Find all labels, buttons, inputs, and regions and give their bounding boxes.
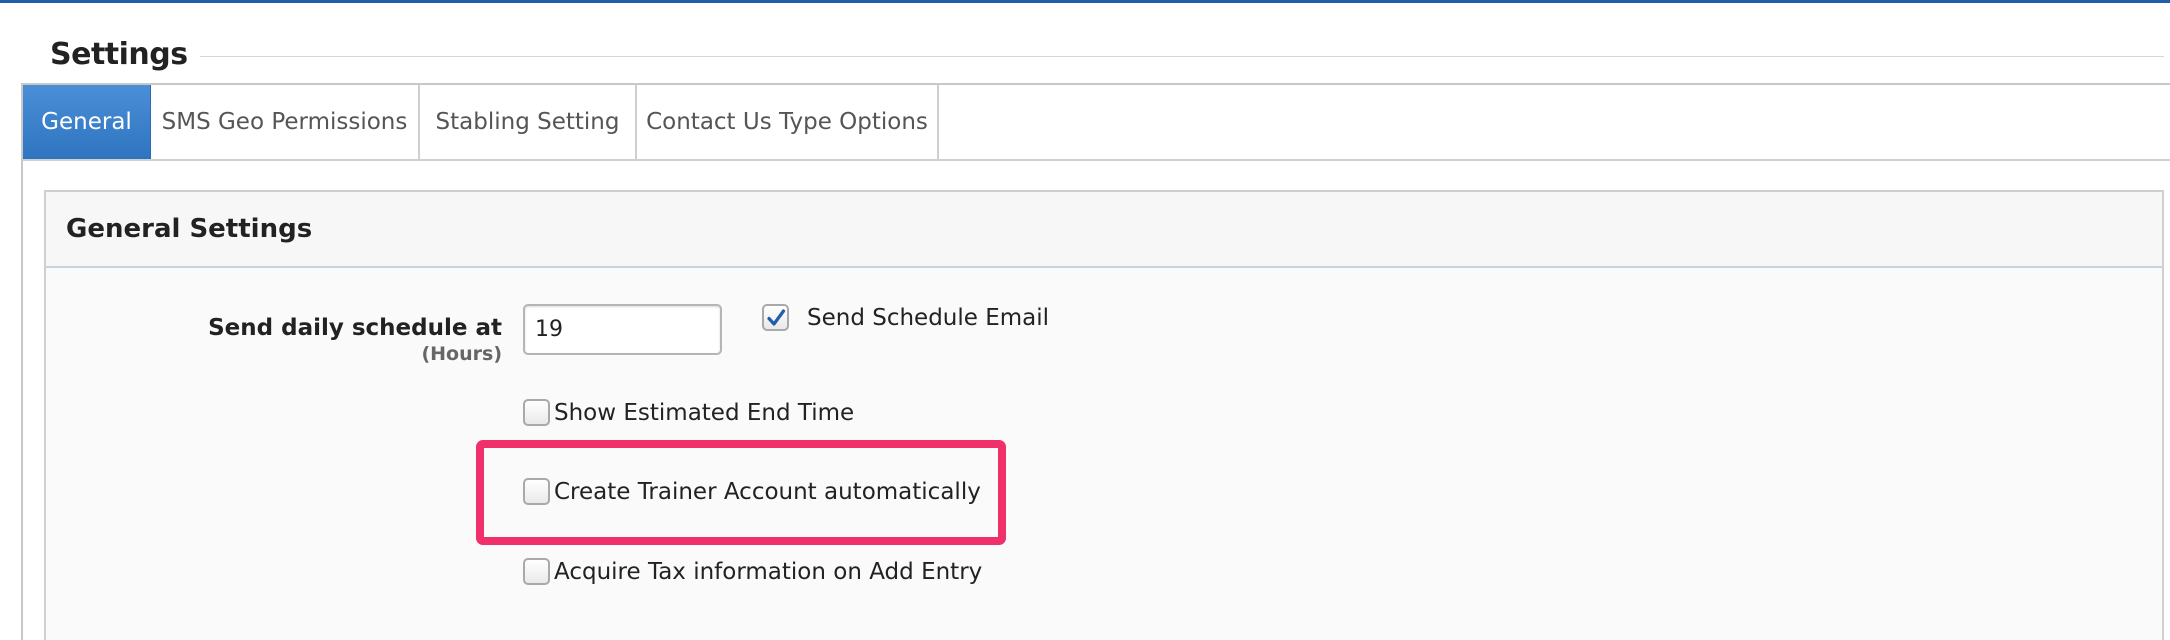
show-estimated-end-time-checkbox[interactable]	[523, 399, 550, 426]
page-header: Settings	[50, 32, 2164, 76]
show-estimated-end-time-option[interactable]: Show Estimated End Time	[523, 399, 854, 426]
schedule-field-label: Send daily schedule at (Hours)	[208, 315, 502, 365]
tab-stabling-setting[interactable]: Stabling Setting	[420, 85, 637, 159]
top-accent-bar	[0, 0, 2170, 3]
send-schedule-email-label: Send Schedule Email	[807, 304, 1050, 331]
schedule-unit-label: (Hours)	[421, 343, 502, 365]
create-trainer-account-checkbox[interactable]	[523, 478, 550, 505]
acquire-tax-information-option[interactable]: Acquire Tax information on Add Entry	[523, 558, 982, 585]
page-title-divider	[199, 55, 2164, 57]
create-trainer-account-option[interactable]: Create Trainer Account automatically	[523, 478, 981, 505]
send-schedule-email-option[interactable]: Send Schedule Email	[762, 304, 1049, 331]
schedule-label: Send daily schedule at	[208, 315, 502, 341]
tab-general[interactable]: General	[23, 85, 151, 159]
acquire-tax-information-label: Acquire Tax information on Add Entry	[554, 558, 983, 585]
create-trainer-account-label: Create Trainer Account automatically	[554, 478, 981, 505]
general-settings-panel: General Settings Send daily schedule at …	[44, 190, 2164, 640]
tab-sms-geo-permissions[interactable]: SMS Geo Permissions	[151, 85, 420, 159]
schedule-hours-input[interactable]	[523, 304, 722, 355]
show-estimated-end-time-label: Show Estimated End Time	[554, 399, 855, 426]
page-title: Settings	[50, 36, 188, 72]
acquire-tax-information-checkbox[interactable]	[523, 558, 550, 585]
tab-contact-us-type-options[interactable]: Contact Us Type Options	[637, 85, 939, 159]
send-schedule-email-checkbox[interactable]	[762, 304, 789, 331]
panel-header: General Settings	[46, 192, 2162, 268]
check-icon	[766, 308, 785, 326]
tab-bar: General SMS Geo Permissions Stabling Set…	[23, 85, 2170, 161]
